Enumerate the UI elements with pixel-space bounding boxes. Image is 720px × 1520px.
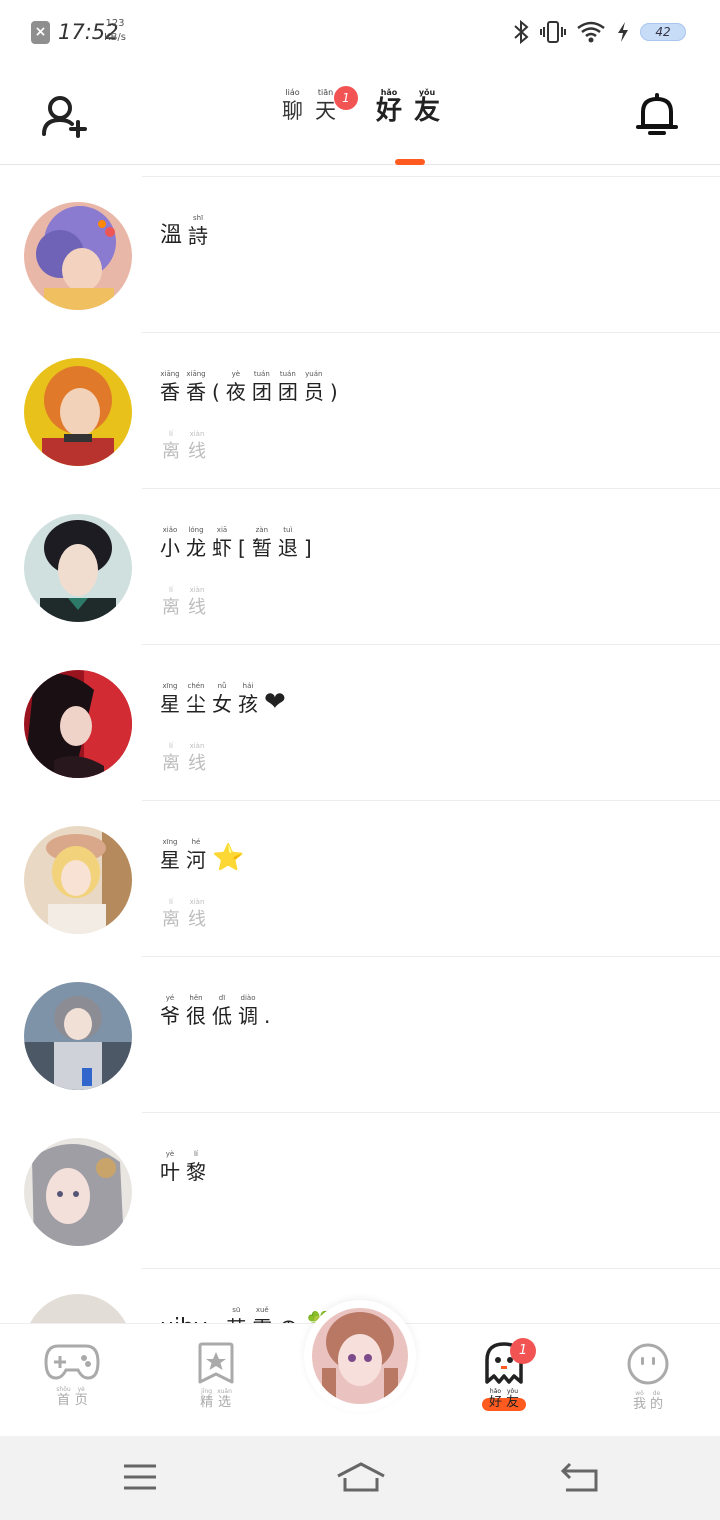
charging-icon [618,22,628,42]
star-icon: ⭐ [212,843,245,873]
battery-indicator: 42 [640,23,686,41]
avatar[interactable] [24,982,132,1090]
center-profile-button[interactable] [304,1300,416,1412]
avatar[interactable] [24,1138,132,1246]
friend-name: xīng 星 chén 尘 nǚ 女 hái 孩 ❤ [160,682,286,717]
network-speed: 123 KB/s [104,18,126,43]
friend-name: xiāng 香 xiāng 香 ( yè 夜 tuán 团 tuán 团 yuán 员 ) [160,370,338,404]
heart-icon: ❤ [264,687,286,717]
gamepad-icon [44,1344,100,1380]
nav-featured[interactable]: jīng 精 xuǎn 选 [176,1342,256,1422]
friend-name: xiǎo 小 lóng 龙 xiā 虾 [ zàn 暂 tuì 退 ] [160,526,312,560]
online-status: lí 离 xiàn 线 [162,430,206,462]
tab-friends[interactable]: hǎo 好 yǒu 友 [376,88,440,148]
notification-bell-icon[interactable] [636,92,678,138]
friend-row[interactable]: xīng 星 chén 尘 nǚ 女 hái 孩 ❤ lí 离 xiàn 线 [0,645,720,801]
friend-row[interactable]: xiǎo 小 lóng 龙 xiā 虾 [ zàn 暂 tuì 退 ] lí 离 xiàn 线 [0,489,720,645]
friend-row[interactable]: xiāng 香 xiāng 香 ( yè 夜 tuán 团 tuán 团 yuán 员 ) … [0,333,720,489]
avatar [312,1308,408,1404]
avatar[interactable] [24,826,132,934]
friend-row[interactable]: 溫 shī 詩 [0,177,720,333]
vibrate-icon [540,21,566,43]
system-navigation-bar [0,1436,720,1520]
nav-friends[interactable]: 1 hǎo 好 yǒu 友 [464,1338,544,1422]
menu-icon[interactable] [122,1462,158,1492]
nav-me[interactable]: wǒ 我 de 的 [608,1342,688,1422]
top-header: liáo 聊 tiān 天 1 hǎo 好 yǒu 友 [0,64,720,165]
online-status: lí 离 xiàn 线 [162,586,206,618]
friend-list[interactable]: 溫 shī 詩 xiāng 香 xiāng 香 ( yè 夜 tuán 团 tuán 团 y… [0,165,720,1323]
bottom-nav: shǒu 首 yè 页 jīng 精 xuǎn 选 1 hǎo 好 yǒu 友 wǒ 我 de… [0,1300,720,1436]
status-icons: 42 [512,18,686,46]
online-status: lí 离 xiàn 线 [162,898,206,930]
friend-name: yé 爷 hěn 很 dī 低 diào 调 . [160,994,271,1028]
status-bar: × 17:52 123 KB/s 42 [0,0,720,64]
back-icon[interactable] [560,1462,600,1494]
friend-name: yè 叶 lí 黎 [160,1150,206,1184]
avatar[interactable] [24,1294,132,1323]
friend-name: uiby - sū苏 xuě雪 の 🍀 [160,1305,337,1323]
avatar[interactable] [24,358,132,466]
friend-name: 溫 shī 詩 [160,214,209,248]
header-tabs: liáo 聊 tiān 天 1 hǎo 好 yǒu 友 [282,86,440,148]
notification-close-icon: × [31,21,50,44]
wifi-icon [577,21,605,43]
avatar[interactable] [24,670,132,778]
avatar[interactable] [24,514,132,622]
friend-name: xīng 星 hé 河 ⭐ [160,838,245,873]
bluetooth-icon [514,19,529,45]
tab-chat[interactable]: liáo 聊 tiān 天 1 [282,86,358,148]
add-friend-icon[interactable] [40,94,88,138]
friend-row[interactable]: xīng 星 hé 河 ⭐ lí 离 xiàn 线 [0,801,720,957]
online-status: lí 离 xiàn 线 [162,742,206,774]
smiley-face-icon [627,1343,669,1385]
friend-row[interactable]: yé 爷 hěn 很 dī 低 diào 调 . [0,957,720,1113]
avatar[interactable] [24,202,132,310]
friends-badge: 1 [510,1338,536,1364]
friend-row[interactable]: yè 叶 lí 黎 [0,1113,720,1269]
chat-unread-badge: 1 [334,86,358,110]
bookmark-star-icon [198,1342,234,1384]
home-icon[interactable] [336,1462,386,1494]
nav-home[interactable]: shǒu 首 yè 页 [32,1342,112,1422]
